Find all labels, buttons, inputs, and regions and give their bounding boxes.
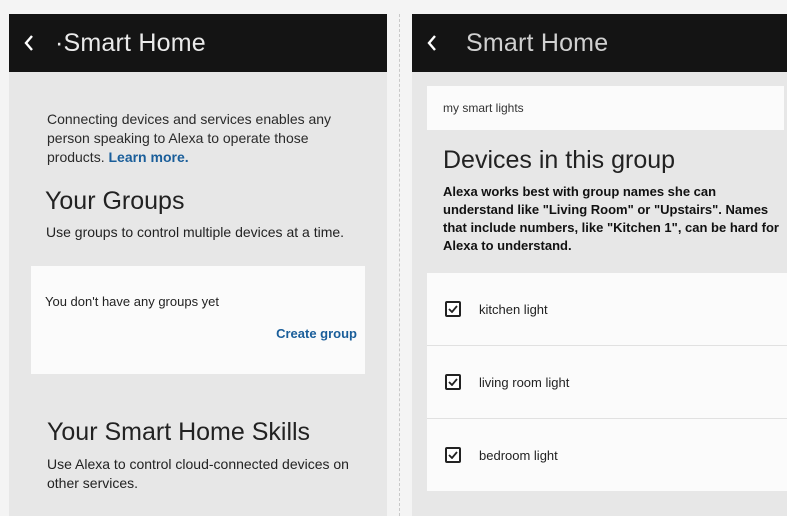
top-bar: Smart Home [412,14,787,72]
create-group-link[interactable]: Create group [276,326,357,341]
devices-description: Alexa works best with group names she ca… [443,184,779,253]
checked-checkbox-icon[interactable] [445,301,461,317]
device-row-kitchen-light[interactable]: kitchen light [427,273,787,346]
smart-home-screen-left: ·Smart Home Connecting devices and servi… [9,14,387,516]
smart-home-skills-description: Use Alexa to control cloud-connected dev… [47,456,349,491]
top-bar: ·Smart Home [9,14,387,72]
screen-divider [399,14,400,516]
device-row-bedroom-light[interactable]: bedroom light [427,419,787,491]
checked-checkbox-icon[interactable] [445,447,461,463]
intro-text: Connecting devices and services enables … [47,110,357,167]
device-label: bedroom light [479,447,558,463]
device-row-living-room-light[interactable]: living room light [427,346,787,419]
back-button[interactable] [9,14,49,72]
smart-home-skills-heading: Your Smart Home Skills [47,418,311,446]
back-button[interactable] [412,14,452,72]
devices-list: kitchen light living room light bedroom … [427,273,787,491]
page-title: ·Smart Home [55,28,206,57]
your-groups-heading: Your Groups [45,187,185,215]
intro-description: Connecting devices and services enables … [47,111,332,165]
learn-more-link[interactable]: Learn more. [108,149,188,165]
checked-checkbox-icon[interactable] [445,374,461,390]
chevron-left-icon [24,35,33,51]
page-title: Smart Home [466,28,609,57]
chevron-left-icon [427,35,436,51]
your-groups-description: Use groups to control multiple devices a… [46,224,345,240]
device-label: living room light [479,374,570,390]
no-groups-message: You don't have any groups yet [45,294,220,309]
groups-card: You don't have any groups yet Create gro… [31,266,365,374]
group-name-input[interactable] [427,86,784,130]
smart-home-screen-right: Smart Home Devices in this group Alexa w… [412,14,787,516]
devices-heading: Devices in this group [443,146,676,174]
device-label: kitchen light [479,301,548,317]
